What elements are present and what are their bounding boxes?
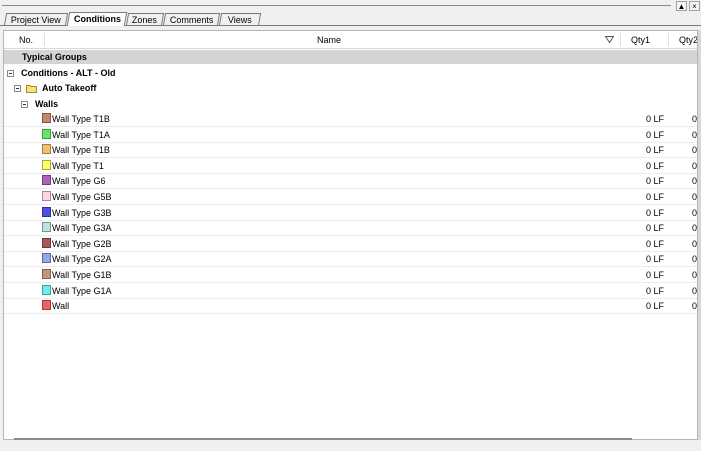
column-no[interactable]: No.	[19, 31, 33, 48]
qty1-value: 0 LF	[645, 254, 664, 265]
condition-name: Wall Type G5B	[52, 192, 112, 202]
column-qty2[interactable]: Qty2	[679, 31, 697, 48]
qty1-value: 0 LF	[645, 192, 664, 202]
color-swatch	[42, 206, 51, 217]
condition-row[interactable]: Wall Type T1A 0 LF 0	[4, 128, 697, 143]
qty2-value: 0	[691, 207, 697, 218]
condition-name: Wall Type T1A	[52, 129, 110, 140]
folder-icon	[26, 85, 37, 93]
condition-row[interactable]: Wall Type G3B 0 LF 0	[4, 206, 697, 221]
condition-name: Wall Type T1B	[52, 114, 110, 124]
color-swatch	[42, 237, 51, 248]
condition-name: Wall Type G3B	[52, 207, 112, 218]
color-swatch	[42, 113, 51, 123]
qty1-value: 0 LF	[645, 176, 664, 187]
qty2-value: 0	[691, 114, 697, 124]
condition-name: Wall	[52, 301, 70, 312]
qty2-value: 0	[691, 301, 697, 312]
qty2-value: 0	[691, 270, 697, 280]
column-separator	[44, 33, 45, 46]
column-qty1[interactable]: Qty1	[631, 31, 650, 48]
qty2-value: 0	[691, 129, 697, 140]
tree-root-label: Conditions - ALT - Old	[21, 68, 116, 78]
qty1-value: 0 LF	[645, 207, 664, 218]
qty1-value: 0 LF	[645, 301, 664, 312]
color-swatch	[42, 144, 51, 155]
condition-row[interactable]: Wall Type T1B 0 LF 0	[4, 143, 697, 159]
qty2-value: 0	[691, 223, 697, 234]
tree-category[interactable]: Walls	[4, 97, 697, 112]
qty1-value: 0 LF	[645, 114, 664, 124]
color-swatch	[42, 159, 51, 170]
condition-row[interactable]: Wall Type G1A 0 LF 0	[4, 284, 697, 299]
condition-row[interactable]: Wall Type G3A 0 LF 0	[4, 221, 697, 237]
condition-name: Wall Type T1B	[52, 145, 110, 156]
condition-name: Wall Type G3A	[52, 223, 112, 234]
condition-row[interactable]: Wall Type G2B 0 LF 0	[4, 237, 697, 252]
condition-row[interactable]: Wall Type G5B 0 LF 0	[4, 190, 697, 205]
sort-descending-icon[interactable]	[605, 36, 614, 43]
qty1-value: 0 LF	[645, 160, 664, 171]
collapse-icon[interactable]	[21, 101, 28, 108]
group-bar-label: Typical Groups	[22, 52, 87, 62]
qty2-value: 0	[691, 285, 697, 296]
column-name[interactable]: Name	[317, 31, 341, 48]
color-swatch	[42, 128, 51, 139]
color-swatch	[42, 300, 51, 311]
color-swatch	[42, 175, 51, 186]
condition-row[interactable]: Wall Type G2A 0 LF 0	[4, 252, 697, 268]
column-header: No. Name Qty1 Qty2	[4, 31, 697, 49]
tree-folder[interactable]: Auto Takeoff	[4, 81, 697, 96]
qty2-value: 0	[691, 145, 697, 156]
qty1-value: 0 LF	[645, 238, 664, 249]
collapse-icon[interactable]	[7, 70, 14, 77]
condition-name: Wall Type G2A	[52, 254, 112, 265]
condition-name: Wall Type T1	[52, 160, 104, 171]
tab-bar: Project View Conditions Zones Comments V…	[0, 12, 701, 26]
tree-root[interactable]: Conditions - ALT - Old	[4, 66, 697, 81]
qty1-value: 0 LF	[645, 223, 664, 234]
tab-conditions[interactable]: Conditions	[66, 12, 128, 26]
qty1-value: 0 LF	[645, 129, 664, 140]
condition-row[interactable]: Wall Type T1B 0 LF 0	[4, 112, 697, 127]
qty1-value: 0 LF	[645, 285, 664, 296]
column-separator	[620, 33, 621, 46]
qty2-value: 0	[691, 238, 697, 249]
close-icon[interactable]: ×	[689, 1, 700, 11]
column-separator	[668, 33, 669, 46]
qty2-value: 0	[691, 160, 697, 171]
qty2-value: 0	[691, 192, 697, 202]
qty2-value: 0	[691, 254, 697, 265]
collapse-icon[interactable]	[14, 85, 21, 92]
tree-folder-label: Auto Takeoff	[42, 83, 97, 93]
qty1-value: 0 LF	[645, 270, 664, 280]
qty2-value: 0	[691, 176, 697, 187]
tree-category-label: Walls	[35, 99, 59, 109]
condition-name: Wall Type G1A	[52, 285, 112, 296]
group-bar[interactable]: Typical Groups	[4, 50, 697, 64]
color-swatch	[42, 222, 51, 233]
condition-name: Wall Type G2B	[52, 238, 112, 249]
color-swatch	[42, 253, 51, 264]
title-strip: ▲ ×	[0, 0, 701, 12]
condition-row[interactable]: Wall 0 LF 0	[4, 299, 697, 315]
condition-row[interactable]: Wall Type T1 0 LF 0	[4, 159, 697, 174]
conditions-list[interactable]: No. Name Qty1 Qty2 Typical Groups Condit…	[3, 30, 698, 440]
title-strip-line	[2, 5, 671, 6]
color-swatch	[42, 284, 51, 295]
color-swatch	[42, 269, 51, 279]
pin-icon[interactable]: ▲	[676, 1, 687, 11]
condition-name: Wall Type G6	[52, 176, 106, 187]
color-swatch	[42, 191, 51, 201]
qty1-value: 0 LF	[645, 145, 664, 156]
horizontal-scrollbar[interactable]	[14, 438, 632, 440]
condition-row[interactable]: Wall Type G6 0 LF 0	[4, 174, 697, 190]
condition-row[interactable]: Wall Type G1B 0 LF 0	[4, 268, 697, 283]
condition-name: Wall Type G1B	[52, 270, 112, 280]
